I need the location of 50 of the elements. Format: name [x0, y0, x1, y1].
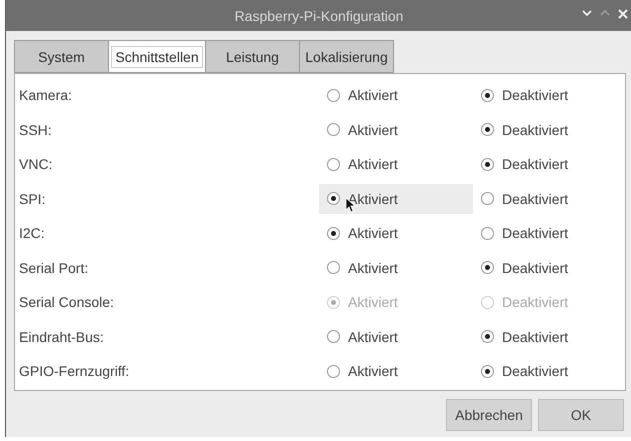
radio-button[interactable] [327, 364, 340, 378]
tab[interactable]: System [14, 40, 109, 73]
close-icon[interactable] [618, 9, 628, 19]
radio-option[interactable]: Aktiviert [319, 149, 473, 180]
radio-button[interactable] [327, 123, 340, 136]
setting-label: GPIO-Fernzugriff: [18, 363, 130, 380]
setting-label: I2C: [18, 225, 46, 242]
radio-button[interactable] [327, 88, 340, 102]
cancel-button[interactable]: Abbrechen [446, 399, 532, 431]
tab[interactable]: Leistung [205, 40, 300, 73]
radio-option[interactable]: Deaktiviert [473, 252, 625, 283]
radio-option[interactable]: Deaktiviert [473, 149, 625, 180]
radio-button[interactable] [327, 192, 340, 206]
tab[interactable]: Lokalisierung [299, 40, 394, 73]
radio-button[interactable] [481, 123, 494, 136]
radio-option[interactable]: Deaktiviert [473, 356, 625, 386]
setting-label: Serial Console: [18, 294, 115, 310]
radio-button[interactable] [481, 88, 494, 102]
radio-button[interactable] [481, 364, 494, 378]
radio-button[interactable] [327, 261, 340, 274]
radio-button[interactable] [327, 330, 340, 344]
radio-option[interactable]: Deaktiviert [473, 184, 625, 214]
radio-button[interactable] [481, 158, 494, 171]
window-title: Raspberry-Pi-Konfiguration [234, 8, 404, 24]
setting-label: Eindraht-Bus: [18, 328, 105, 345]
radio-option[interactable]: Aktiviert [319, 114, 473, 145]
setting-label: SSH: [18, 122, 53, 138]
radio-button[interactable] [327, 158, 340, 171]
radio-button[interactable] [481, 226, 494, 240]
radio-button[interactable] [327, 226, 340, 240]
radio-button[interactable] [481, 261, 494, 274]
radio-option[interactable]: Deaktiviert [473, 218, 625, 248]
setting-label: Kamera: [18, 87, 73, 104]
ok-button[interactable]: OK [538, 399, 624, 431]
radio-option[interactable]: Aktiviert [319, 252, 473, 283]
minimize-icon[interactable] [582, 9, 592, 17]
setting-label: VNC: [18, 156, 54, 172]
radio-option[interactable]: Aktiviert [319, 80, 473, 110]
radio-option[interactable]: Deaktiviert [473, 80, 625, 110]
setting-label: SPI: [18, 190, 46, 207]
radio-option[interactable]: Aktiviert [319, 356, 473, 386]
tab[interactable]: Schnittstellen [108, 40, 206, 73]
radio-option[interactable]: Aktiviert [319, 184, 473, 214]
radio-option[interactable]: Deaktiviert [473, 114, 625, 145]
radio-button[interactable] [481, 192, 494, 206]
setting-label: Serial Port: [18, 260, 90, 276]
radio-button[interactable] [481, 330, 494, 344]
radio-option[interactable]: Aktiviert [319, 218, 473, 248]
radio-option[interactable]: Aktiviert [319, 322, 473, 352]
radio-option[interactable]: Deaktiviert [473, 322, 625, 352]
